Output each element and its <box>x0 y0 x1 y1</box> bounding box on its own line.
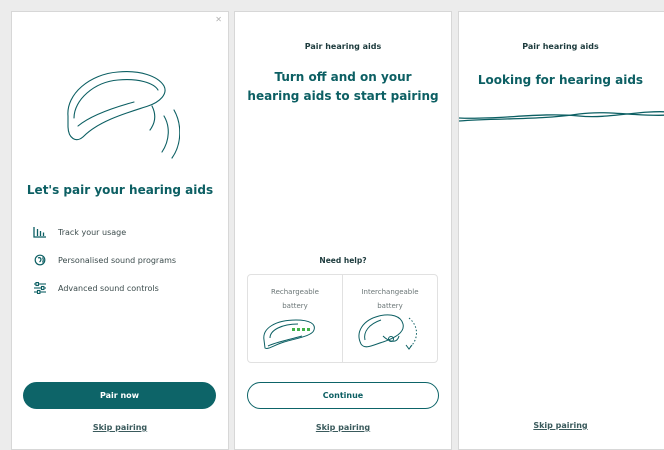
restart-headline: Turn off and on your hearing aids to sta… <box>247 70 439 103</box>
skip-pairing-link[interactable]: Skip pairing <box>459 421 662 430</box>
searching-screen: Pair hearing aids Looking for hearing ai… <box>458 11 664 450</box>
feature-sound-controls: Advanced sound controls <box>33 282 159 294</box>
screen-title: Pair hearing aids <box>522 42 599 51</box>
battery-door-hearing-aid-icon <box>358 314 417 350</box>
skip-pairing-link[interactable]: Skip pairing <box>12 423 228 432</box>
feature-label: Track your usage <box>58 227 127 237</box>
ear-sound-icon <box>34 254 46 266</box>
hearing-aid-sound-icon <box>67 71 180 159</box>
sliders-icon <box>34 282 46 294</box>
rechargeable-hearing-aid-icon <box>263 319 315 349</box>
feature-track-usage: Track your usage <box>33 226 126 238</box>
bar-chart-icon <box>33 227 46 238</box>
restart-screen: Pair hearing aids Turn off and on your h… <box>234 11 452 450</box>
help-option-interchangeable[interactable]: Interchangeable battery <box>342 275 437 362</box>
feature-sound-programs: Personalised sound programs <box>33 254 176 266</box>
pair-now-button[interactable]: Pair now <box>23 382 216 409</box>
searching-headline: Looking for hearing aids <box>477 73 644 87</box>
welcome-headline: Let's pair your hearing aids <box>26 183 214 197</box>
continue-button[interactable]: Continue <box>247 382 439 409</box>
help-options-card: Rechargeable battery Interchangeable bat… <box>247 274 438 363</box>
close-icon[interactable]: ✕ <box>215 15 222 24</box>
skip-pairing-link[interactable]: Skip pairing <box>235 423 451 432</box>
help-option-label: Rechargeable battery <box>271 288 319 310</box>
feature-label: Advanced sound controls <box>58 283 159 293</box>
need-help-label: Need help? <box>319 256 367 265</box>
feature-label: Personalised sound programs <box>58 255 177 265</box>
welcome-screen: ✕ Let's pair your hearing aids Track you… <box>11 11 229 450</box>
pairing-flow-canvas: ✕ Let's pair your hearing aids Track you… <box>0 0 664 450</box>
screen-title: Pair hearing aids <box>304 42 382 51</box>
searching-wave-icon <box>459 111 664 122</box>
help-option-rechargeable[interactable]: Rechargeable battery <box>248 275 342 362</box>
